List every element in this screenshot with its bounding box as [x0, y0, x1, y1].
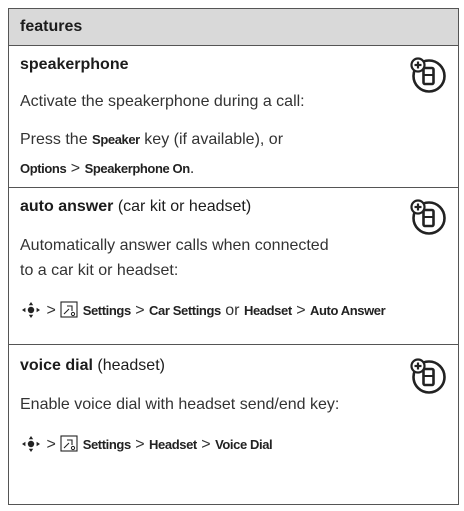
speakerphone-on-label: Speakerphone On	[84, 161, 191, 176]
section-speakerphone: speakerphone Activate the speakerphone d…	[9, 46, 458, 188]
car-settings-label: Car Settings	[149, 303, 221, 318]
menu-settings-icon	[60, 435, 78, 452]
feature-description: Enable voice dial with headset send/end …	[20, 396, 340, 413]
network-feature-icon	[410, 57, 446, 93]
options-label: Options	[20, 161, 67, 176]
menu-path: > Settings > Car Settings or Headset > A…	[20, 301, 386, 320]
network-feature-icon	[410, 199, 446, 235]
section-title: auto answer (car kit or headset)	[20, 198, 251, 216]
feature-name: auto answer	[20, 198, 114, 215]
section-auto-answer: auto answer (car kit or headset) Automat…	[9, 188, 458, 345]
feature-table: features speakerphone Activate the speak…	[8, 8, 459, 505]
settings-label: Settings	[82, 303, 131, 318]
network-feature-icon	[410, 358, 446, 394]
navigation-key-icon	[22, 436, 40, 452]
section-voice-dial: voice dial (headset) Enable voice dial w…	[9, 345, 458, 505]
menu-path: > Settings > Headset > Voice Dial	[20, 435, 273, 454]
feature-qualifier: (headset)	[97, 357, 165, 374]
feature-name: speakerphone	[20, 56, 129, 73]
headset-label: Headset	[243, 303, 292, 318]
table-header-title: features	[20, 18, 83, 35]
instruction-line: Press the Speaker key (if available), or	[20, 131, 284, 148]
headset-label: Headset	[149, 437, 197, 452]
table-header: features	[9, 9, 458, 46]
feature-qualifier: (car kit or headset)	[117, 198, 252, 215]
settings-label: Settings	[82, 437, 131, 452]
feature-name: voice dial	[20, 357, 93, 374]
section-title: speakerphone	[20, 56, 128, 74]
speaker-key-label: Speaker	[92, 132, 140, 147]
voice-dial-label: Voice Dial	[215, 437, 273, 452]
section-title: voice dial (headset)	[20, 357, 165, 375]
auto-answer-label: Auto Answer	[310, 303, 386, 318]
feature-description: to a car kit or headset:	[20, 262, 179, 279]
navigation-key-icon	[22, 302, 40, 318]
feature-description: Activate the speakerphone during a call:	[20, 93, 305, 110]
menu-path: Options > Speakerphone On.	[20, 160, 195, 177]
menu-settings-icon	[60, 301, 78, 318]
feature-description: Automatically answer calls when connecte…	[20, 237, 329, 254]
